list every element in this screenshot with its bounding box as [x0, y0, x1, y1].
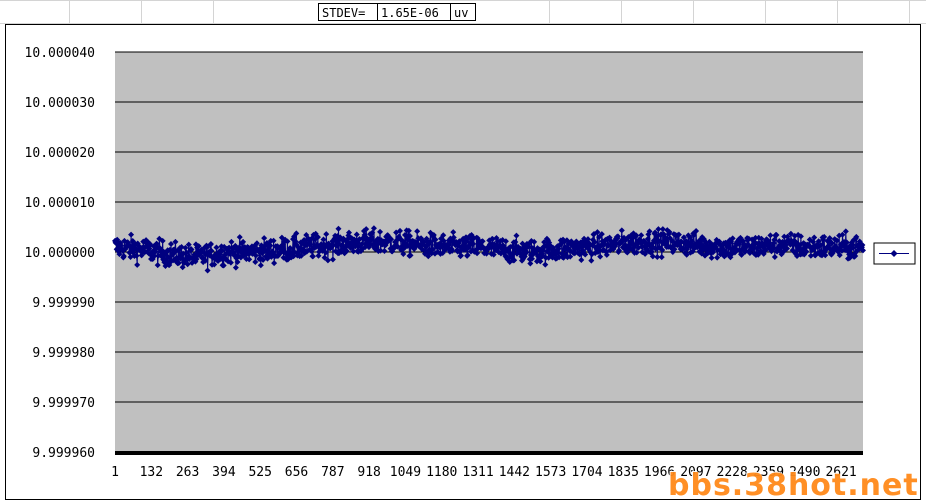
- spreadsheet-grid: STDEV= 1.65E-06 uv: [0, 0, 926, 24]
- x-tick-label: 1049: [390, 465, 421, 480]
- y-tick-label: 10.000020: [25, 146, 95, 161]
- x-tick-label: 787: [321, 465, 344, 480]
- sheet-col-line: [909, 0, 910, 24]
- y-tick-label: 9.999960: [32, 446, 95, 461]
- stdev-unit-cell[interactable]: uv: [450, 3, 476, 21]
- x-tick-label: 1311: [462, 465, 493, 480]
- y-tick-label: 10.000010: [25, 196, 95, 211]
- y-axis-ticks: 10.000040 10.000030 10.000020 10.000010 10.0…: [25, 46, 95, 461]
- stdev-value-cell[interactable]: 1.65E-06: [377, 3, 451, 21]
- sheet-col-line: [693, 0, 694, 24]
- x-axis-line: [115, 451, 863, 455]
- x-tick-label: 1704: [571, 465, 602, 480]
- x-tick-label: 132: [140, 465, 163, 480]
- chart-svg: 10.000040 10.000030 10.000020 10.000010 10.0…: [25, 46, 916, 480]
- chart-area[interactable]: 10.000040 10.000030 10.000020 10.000010 10.0…: [5, 24, 921, 500]
- sheet-col-line: [141, 0, 142, 24]
- x-tick-label: 1573: [535, 465, 566, 480]
- sheet-col-line: [549, 0, 550, 24]
- sheet-row-line: [0, 0, 926, 1]
- y-tick-label: 10.000030: [25, 96, 95, 111]
- sheet-col-line: [69, 0, 70, 24]
- x-tick-label: 1180: [426, 465, 457, 480]
- x-tick-label: 525: [248, 465, 271, 480]
- x-tick-label: 263: [176, 465, 199, 480]
- stdev-label-cell[interactable]: STDEV=: [318, 3, 378, 21]
- x-tick-label: 1: [111, 465, 119, 480]
- y-tick-label: 9.999980: [32, 346, 95, 361]
- x-tick-label: 918: [357, 465, 380, 480]
- x-tick-label: 1835: [608, 465, 639, 480]
- y-tick-label: 9.999970: [32, 396, 95, 411]
- sheet-col-line: [837, 0, 838, 24]
- sheet-col-line: [621, 0, 622, 24]
- sheet-col-line: [213, 0, 214, 24]
- x-tick-label: 656: [285, 465, 308, 480]
- legend: [873, 242, 916, 265]
- x-tick-label: 394: [212, 465, 236, 480]
- sheet-col-line: [765, 0, 766, 24]
- y-tick-label: 9.999990: [32, 296, 95, 311]
- x-tick-label: 1442: [499, 465, 530, 480]
- watermark-logo: bbs.38hot.net: [668, 468, 919, 503]
- y-tick-label: 10.000000: [25, 246, 95, 261]
- y-tick-label: 10.000040: [25, 46, 95, 61]
